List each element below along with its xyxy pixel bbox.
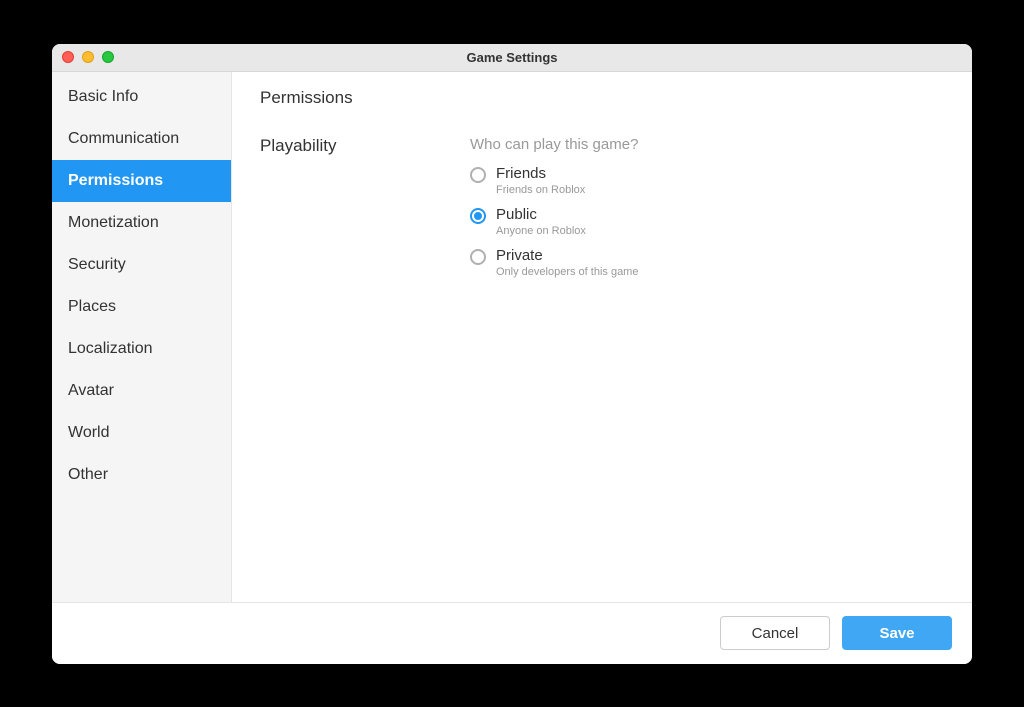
save-button[interactable]: Save [842, 616, 952, 650]
radio-option-private[interactable]: Private Only developers of this game [470, 247, 944, 278]
cancel-button[interactable]: Cancel [720, 616, 830, 650]
radio-title: Public [496, 206, 586, 224]
sidebar-item-security[interactable]: Security [52, 244, 231, 286]
playability-label: Playability [260, 136, 410, 288]
sidebar-item-communication[interactable]: Communication [52, 118, 231, 160]
minimize-icon[interactable] [82, 51, 94, 63]
settings-window: Game Settings Basic Info Communication P… [52, 44, 972, 664]
footer: Cancel Save [52, 602, 972, 664]
radio-option-friends[interactable]: Friends Friends on Roblox [470, 165, 944, 196]
main-panel: Permissions Playability Who can play thi… [232, 72, 972, 602]
sidebar-item-places[interactable]: Places [52, 286, 231, 328]
radio-icon [470, 249, 486, 265]
radio-title: Friends [496, 165, 585, 183]
sidebar-item-localization[interactable]: Localization [52, 328, 231, 370]
playability-content: Who can play this game? Friends Friends … [470, 136, 944, 288]
section-title: Permissions [260, 88, 944, 108]
playability-setting: Playability Who can play this game? Frie… [260, 136, 944, 288]
radio-icon [470, 167, 486, 183]
maximize-icon[interactable] [102, 51, 114, 63]
radio-texts: Public Anyone on Roblox [496, 206, 586, 237]
window-body: Basic Info Communication Permissions Mon… [52, 72, 972, 602]
sidebar-item-permissions[interactable]: Permissions [52, 160, 231, 202]
radio-subtitle: Only developers of this game [496, 266, 638, 278]
close-icon[interactable] [62, 51, 74, 63]
radio-option-public[interactable]: Public Anyone on Roblox [470, 206, 944, 237]
sidebar-item-other[interactable]: Other [52, 454, 231, 496]
radio-subtitle: Friends on Roblox [496, 184, 585, 196]
playability-question: Who can play this game? [470, 136, 944, 153]
radio-texts: Private Only developers of this game [496, 247, 638, 278]
window-title: Game Settings [52, 50, 972, 65]
titlebar: Game Settings [52, 44, 972, 72]
sidebar-item-avatar[interactable]: Avatar [52, 370, 231, 412]
sidebar-item-world[interactable]: World [52, 412, 231, 454]
sidebar-item-monetization[interactable]: Monetization [52, 202, 231, 244]
radio-icon [470, 208, 486, 224]
traffic-lights [62, 51, 114, 63]
radio-title: Private [496, 247, 638, 265]
radio-texts: Friends Friends on Roblox [496, 165, 585, 196]
sidebar-item-basic-info[interactable]: Basic Info [52, 76, 231, 118]
sidebar: Basic Info Communication Permissions Mon… [52, 72, 232, 602]
radio-subtitle: Anyone on Roblox [496, 225, 586, 237]
